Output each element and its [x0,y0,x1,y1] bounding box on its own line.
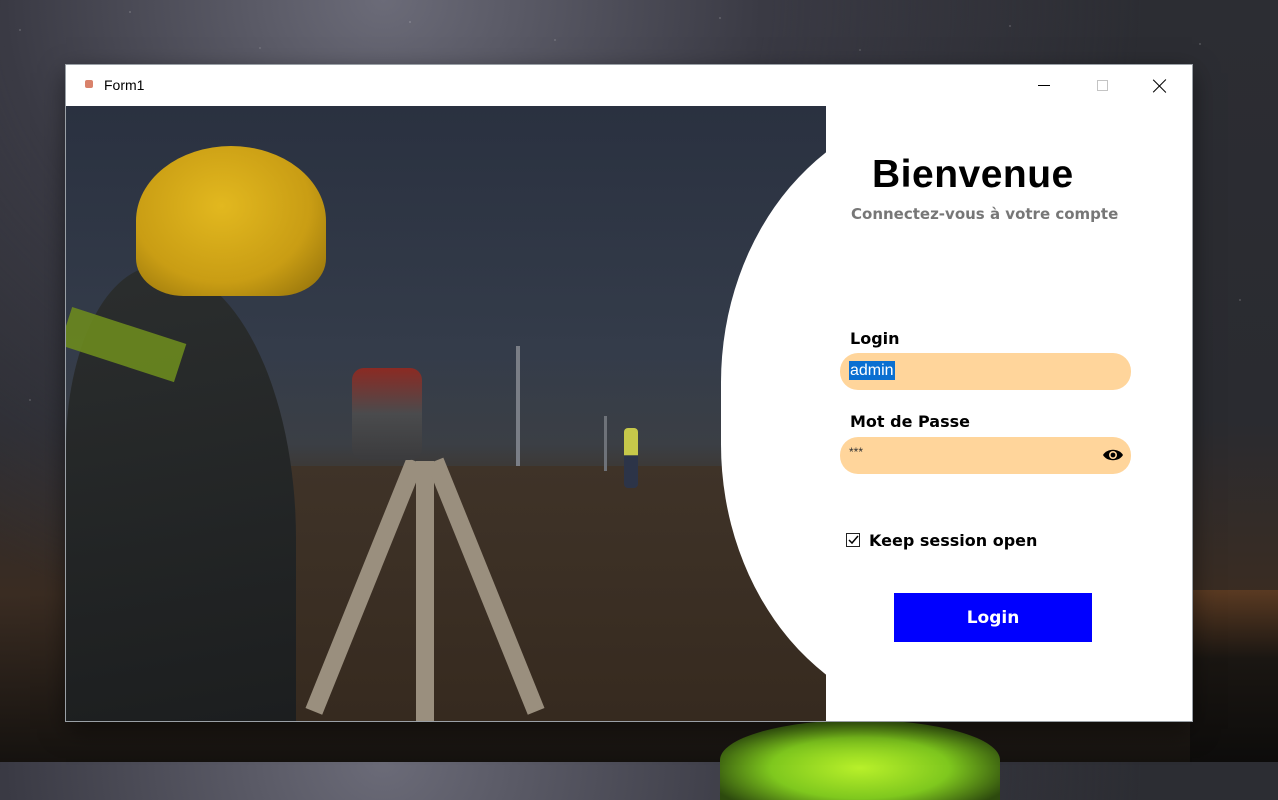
minimize-button[interactable] [1015,65,1073,106]
keep-session-checkbox[interactable] [846,533,860,547]
welcome-heading: Bienvenue [872,153,1074,196]
window-title: Form1 [104,77,145,93]
keep-session-label[interactable]: Keep session open [869,531,1037,550]
login-label: Login [850,329,900,348]
login-button[interactable]: Login [894,593,1092,642]
login-value: admin [849,361,895,380]
maximize-icon [1096,80,1108,91]
password-value: *** [849,445,864,459]
eye-icon[interactable] [1102,448,1124,462]
password-field[interactable]: *** [840,437,1131,474]
desktop-tent [720,720,1000,800]
welcome-subtitle: Connectez-vous à votre compte [851,205,1119,223]
minimize-icon [1038,85,1050,86]
close-icon [1153,79,1167,93]
title-bar[interactable]: Form1 [66,65,1192,106]
login-field[interactable]: admin [840,353,1131,390]
password-label: Mot de Passe [850,412,970,431]
desktop-mountain [1190,590,1278,762]
maximize-button[interactable] [1073,65,1131,106]
app-icon [85,80,93,88]
app-window: Form1 Bienvenue Connectez-vous à votre c… [66,65,1192,721]
close-button[interactable] [1131,65,1189,106]
surveyor-background-image [66,106,826,721]
checkmark-icon [847,535,859,545]
